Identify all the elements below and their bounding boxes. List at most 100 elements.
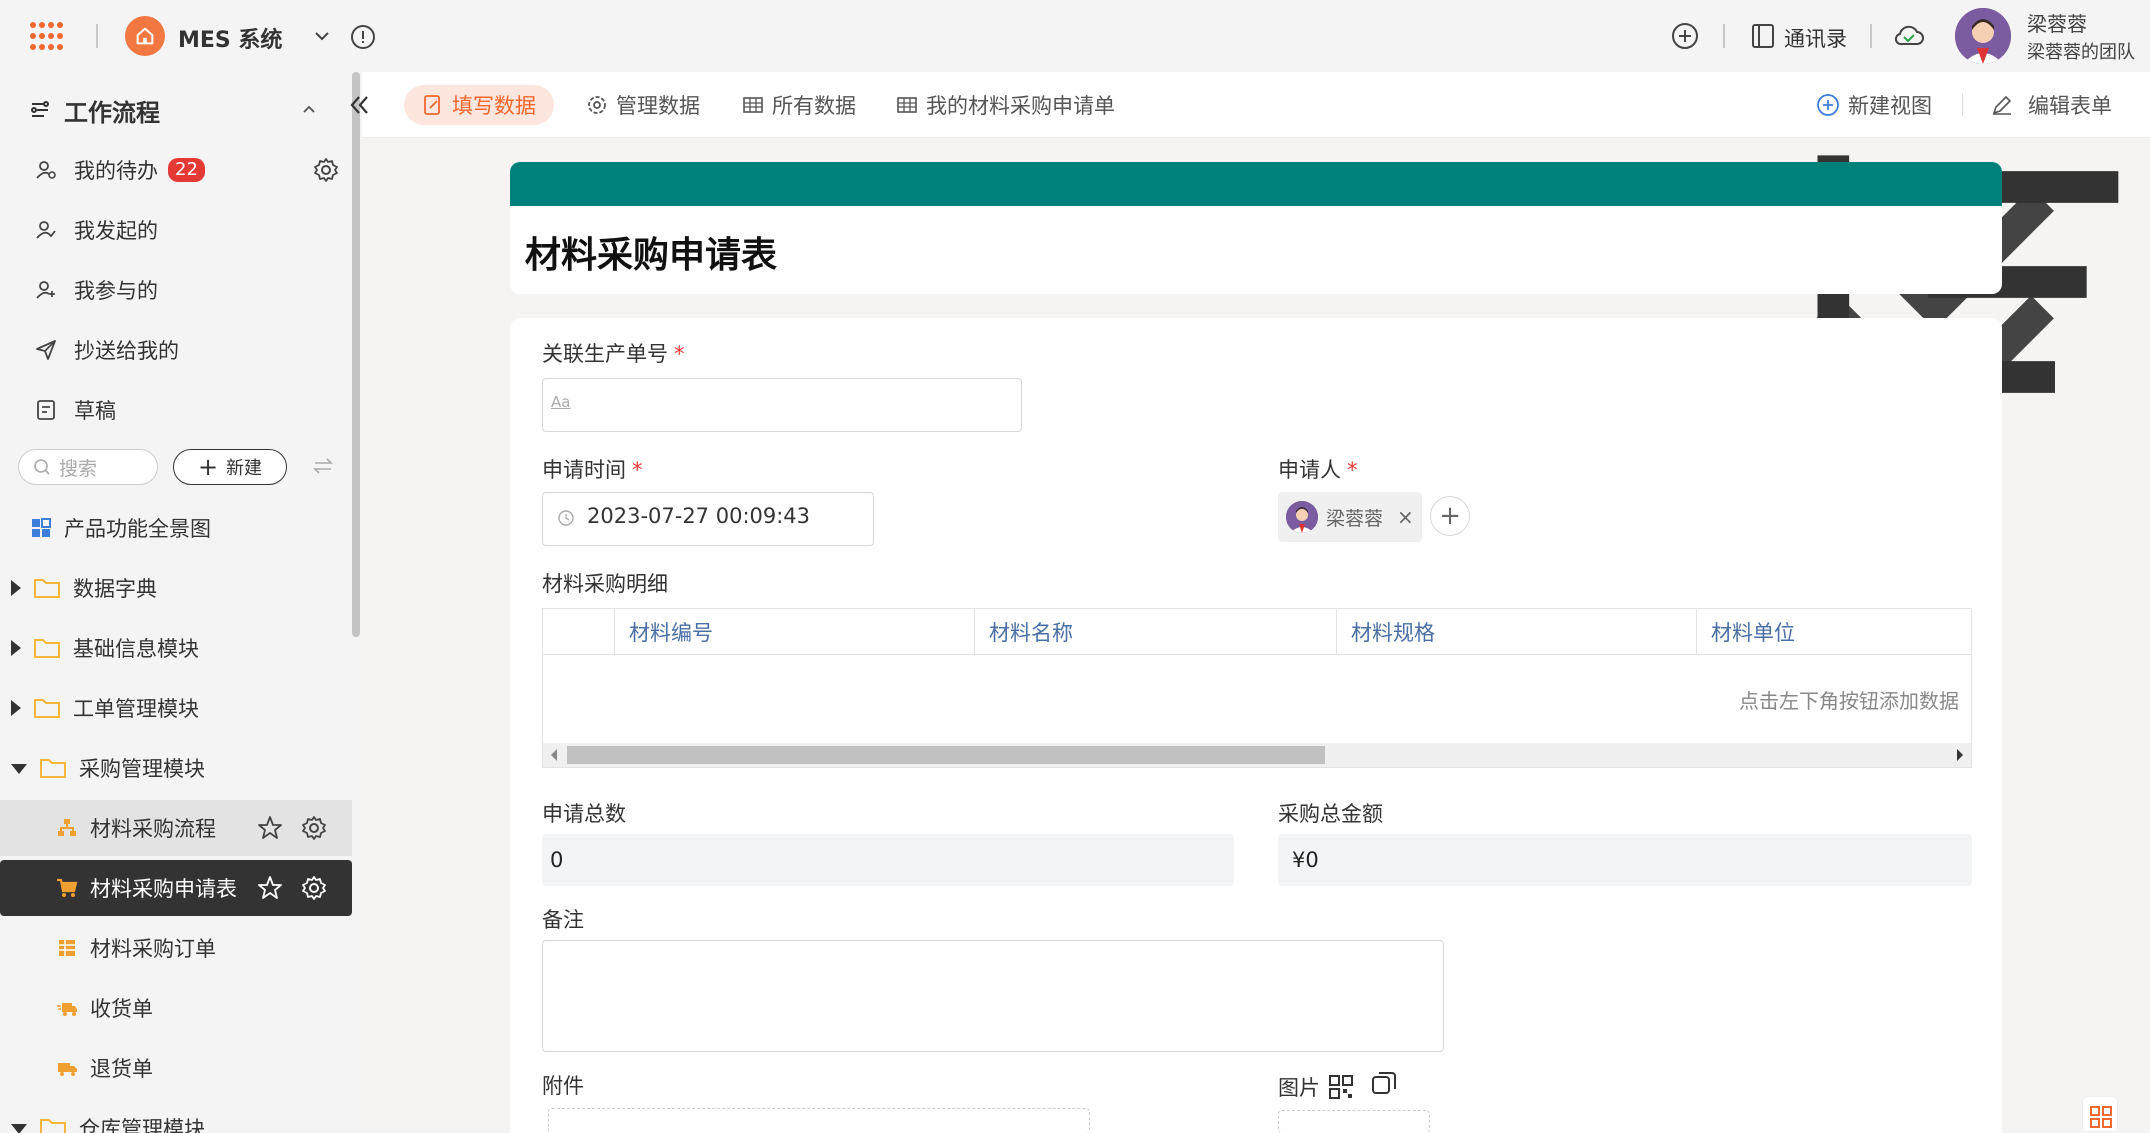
gear-icon[interactable]	[300, 874, 328, 902]
gear-icon[interactable]	[312, 156, 340, 184]
folder-open-icon	[40, 1119, 66, 1133]
tree-label: 收货单	[90, 997, 153, 1021]
todo-count-badge: 22	[168, 158, 205, 182]
tree-item-purchase-request[interactable]: 材料采购申请表	[0, 860, 352, 916]
field-label-text: 申请时间	[542, 458, 626, 482]
tree-label: 数据字典	[73, 577, 157, 601]
layout-switch-icon[interactable]	[2082, 1096, 2118, 1132]
tree-folder-work-order[interactable]: 工单管理模块	[0, 680, 352, 736]
detail-subtable: 材料编号 材料名称 材料规格 材料单位 点击左下角按钮添加数据	[542, 608, 1972, 768]
row-index-header	[543, 609, 615, 655]
gear-icon[interactable]	[300, 814, 328, 842]
tree-folder-purchase[interactable]: 采购管理模块	[0, 740, 352, 796]
required-mark: *	[632, 458, 643, 482]
contacts-book-icon[interactable]	[1751, 23, 1775, 49]
draft-icon	[37, 400, 55, 420]
add-applicant-button[interactable]: +	[1430, 496, 1470, 536]
copy-icon[interactable]	[1370, 1069, 1398, 1097]
truck-return-icon	[58, 1063, 77, 1076]
horizontal-scrollbar[interactable]	[543, 743, 1971, 767]
folder-icon	[34, 639, 60, 658]
search-placeholder: 搜索	[59, 457, 98, 480]
add-circle-icon[interactable]	[1671, 22, 1699, 50]
apply-time-picker[interactable]: 2023-07-27 00:09:43	[542, 492, 874, 546]
collapse-sidebar-icon[interactable]	[344, 90, 374, 120]
tree-label: 材料采购流程	[90, 817, 216, 841]
total-qty-field: 0	[542, 834, 1234, 886]
applicant-name: 梁蓉蓉	[1326, 507, 1384, 530]
sidebar-item-todo[interactable]: 我的待办 22	[34, 150, 205, 190]
expand-arrow-icon[interactable]	[11, 640, 21, 656]
user-avatar[interactable]	[1955, 8, 2011, 64]
tree-item-receipt[interactable]: 收货单	[0, 980, 352, 1036]
remark-label: 备注	[542, 908, 584, 932]
collapse-arrow-icon[interactable]	[11, 764, 27, 774]
total-amount-label: 采购总金额	[1278, 802, 1383, 826]
tree-item-return[interactable]: 退货单	[0, 1040, 352, 1096]
remove-applicant-icon[interactable]: ×	[1397, 505, 1414, 529]
image-upload-area[interactable]	[1278, 1110, 1430, 1133]
info-icon[interactable]	[350, 24, 376, 50]
apps-grid-icon[interactable]	[30, 22, 64, 52]
attachment-upload-area[interactable]	[548, 1108, 1090, 1133]
tree-folder-dictionary[interactable]: 数据字典	[0, 560, 352, 616]
tab-all-data[interactable]: 所有数据	[724, 85, 874, 125]
contacts-link[interactable]: 通讯录	[1784, 23, 1847, 53]
remark-textarea[interactable]	[542, 940, 1444, 1052]
scroll-right-arrow-icon[interactable]	[1957, 749, 1963, 761]
sidebar-item-drafts[interactable]: 草稿	[34, 390, 116, 430]
collapse-arrow-icon[interactable]	[11, 1124, 27, 1133]
divider	[1962, 94, 1963, 116]
tab-manage-data[interactable]: 管理数据	[568, 85, 718, 125]
expand-arrow-icon[interactable]	[11, 700, 21, 716]
app-name[interactable]: MES 系统	[178, 22, 282, 54]
tab-my-requests[interactable]: 我的材料采购申请单	[878, 85, 1133, 125]
workflow-section-header[interactable]: 工作流程	[28, 92, 160, 128]
tree-folder-basic-info[interactable]: 基础信息模块	[0, 620, 352, 676]
sidebar-search-input[interactable]: 搜索	[18, 449, 158, 485]
tree-item-purchase-flow[interactable]: 材料采购流程	[0, 800, 352, 856]
chevron-down-icon[interactable]	[312, 26, 332, 46]
order-no-label: 关联生产单号 *	[542, 338, 685, 368]
scrollbar-thumb[interactable]	[567, 746, 1325, 764]
sidebar-item-cc[interactable]: 抄送给我的	[34, 330, 179, 370]
new-view-button[interactable]: 新建视图	[1816, 90, 1932, 120]
sidebar-item-participated[interactable]: 我参与的	[34, 270, 158, 310]
sidebar-item-overview[interactable]: 产品功能全景图	[0, 500, 352, 556]
tree-item-purchase-order[interactable]: 材料采购订单	[0, 920, 352, 976]
sidebar-item-label: 我发起的	[74, 219, 158, 243]
overview-label: 产品功能全景图	[64, 517, 211, 541]
star-icon[interactable]	[256, 874, 284, 902]
edit-form-button[interactable]: 编辑表单	[1990, 90, 2112, 120]
sidebar-item-initiated[interactable]: 我发起的	[34, 210, 158, 250]
divider	[1870, 24, 1872, 48]
cloud-synced-icon[interactable]	[1893, 22, 1925, 50]
sidebar-new-button[interactable]: + 新建	[173, 449, 287, 485]
form-body: 关联生产单号 * Aa 申请时间 * 2023-07-27 00:09:43 申请人…	[510, 318, 2002, 1133]
sidebar-scrollbar[interactable]	[352, 72, 360, 637]
tree-label: 采购管理模块	[79, 757, 205, 781]
qrcode-icon[interactable]	[1328, 1074, 1354, 1100]
user-name[interactable]: 梁蓉蓉	[2027, 8, 2087, 37]
tab-fill-data[interactable]: 填写数据	[404, 85, 554, 125]
sidebar-item-label: 我的待办	[74, 159, 158, 183]
sidebar-item-label: 我参与的	[74, 279, 158, 303]
edit-doc-icon	[424, 95, 440, 115]
attachment-label: 附件	[542, 1074, 584, 1098]
divider	[96, 24, 98, 48]
truck-receive-icon	[57, 1003, 77, 1016]
scroll-left-arrow-icon[interactable]	[551, 749, 557, 761]
expand-arrow-icon[interactable]	[11, 580, 21, 596]
total-amount-field: ¥0	[1278, 834, 1972, 886]
tab-label: 管理数据	[616, 94, 700, 118]
tree-folder-warehouse[interactable]: 仓库管理模块	[0, 1100, 352, 1133]
order-no-input[interactable]: Aa	[542, 378, 1022, 432]
todo-icon	[36, 161, 56, 179]
swap-icon[interactable]	[312, 455, 334, 477]
chevron-up-icon[interactable]	[300, 100, 318, 118]
applicant-chip: 梁蓉蓉 ×	[1278, 492, 1422, 542]
plus-icon: +	[197, 453, 219, 481]
required-mark: *	[674, 342, 685, 366]
required-mark: *	[1347, 458, 1358, 482]
star-icon[interactable]	[256, 814, 284, 842]
